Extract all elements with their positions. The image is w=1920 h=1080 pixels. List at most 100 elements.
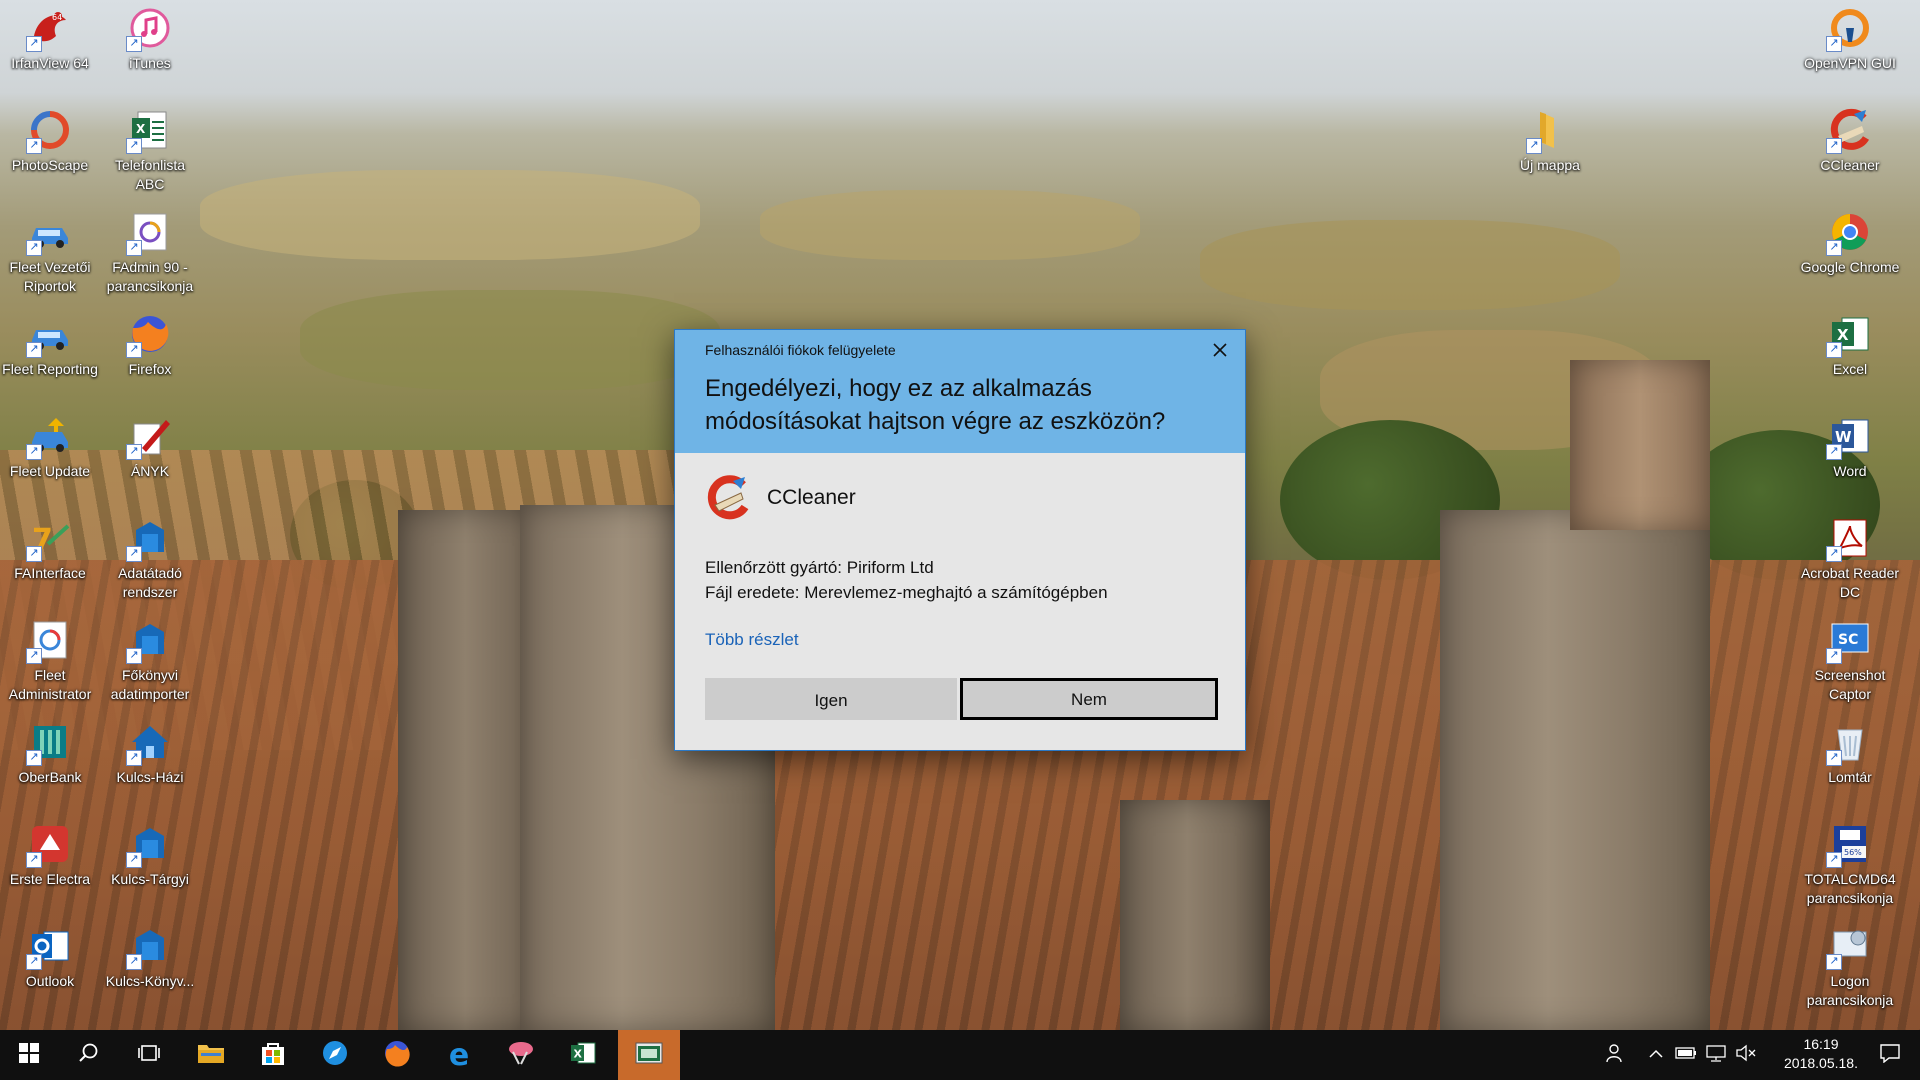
desktop-icon-lomtar[interactable]: ↗ Lomtár: [1800, 720, 1900, 787]
desktop-icon-label: Firefox: [128, 361, 172, 377]
desktop-icon-uj-mappa[interactable]: ↗ Új mappa: [1500, 108, 1600, 175]
taskbar-store[interactable]: [244, 1030, 302, 1080]
desktop-icon-telefonlista-abc[interactable]: X ↗ Telefonlista ABC: [100, 108, 200, 194]
desktop-icon-label: IrfanView 64: [11, 55, 89, 71]
action-center-button[interactable]: [1866, 1030, 1914, 1080]
kulcs-icon: ↗: [126, 618, 172, 664]
fleet-admin-icon: ↗: [26, 618, 72, 664]
taskbar-safari[interactable]: [306, 1030, 364, 1080]
logon-icon: ↗: [1826, 924, 1872, 970]
shortcut-arrow-icon: ↗: [26, 138, 42, 154]
desktop-icon-kulcs-konyv[interactable]: ↗ Kulcs-Könyv...: [100, 924, 200, 991]
desktop-icon-label: Új mappa: [1520, 157, 1580, 173]
desktop-icon-kulcs-hazi[interactable]: ↗ Kulcs-Házi: [100, 720, 200, 787]
uac-publisher: Ellenőrzött gyártó: Piriform Ltd: [705, 558, 934, 577]
tray-network[interactable]: [1704, 1030, 1728, 1080]
desktop-icon-fleet-administrator[interactable]: ↗ Fleet Administrator: [0, 618, 100, 704]
shortcut-arrow-icon: ↗: [126, 546, 142, 562]
kulcs-house-icon: ↗: [126, 720, 172, 766]
uac-window-icon: [635, 1042, 663, 1069]
desktop-icon-label: Adatátadó rendszer: [118, 565, 182, 600]
tray-people-button[interactable]: [1600, 1030, 1630, 1080]
tray-show-hidden[interactable]: [1644, 1030, 1668, 1080]
desktop-icon-screenshot-captor[interactable]: SC ↗ Screenshot Captor: [1800, 618, 1900, 704]
svg-text:SC: SC: [1838, 632, 1858, 648]
fadmin-icon: ↗: [126, 210, 172, 256]
people-icon: [1605, 1043, 1625, 1068]
taskbar-clock[interactable]: 16:19 2018.05.18.: [1776, 1035, 1866, 1073]
chrome-icon: ↗: [1826, 210, 1872, 256]
wallpaper-tower: [1120, 800, 1270, 1030]
desktop-icon-adatatado-rendszer[interactable]: ↗ Adatátadó rendszer: [100, 516, 200, 602]
taskbar-snipping-tool[interactable]: [492, 1030, 550, 1080]
desktop-icon-fainterface[interactable]: 7 ↗ FAInterface: [0, 516, 100, 583]
oberbank-icon: ↗: [26, 720, 72, 766]
edge-icon: e: [448, 1037, 470, 1073]
wallpaper-field: [300, 290, 720, 390]
fleet-update-icon: ↗: [26, 414, 72, 460]
desktop-icon-fleet-update[interactable]: ↗ Fleet Update: [0, 414, 100, 481]
desktop-icon-label: Fleet Reporting: [2, 361, 98, 377]
uac-app-name: CCleaner: [767, 486, 856, 509]
taskbar-firefox[interactable]: [368, 1030, 426, 1080]
desktop-icon-label: Word: [1833, 463, 1867, 479]
desktop-icon-anyk[interactable]: ↗ ÁNYK: [100, 414, 200, 481]
fleet-car-icon: ↗: [26, 312, 72, 358]
desktop-icon-firefox[interactable]: ↗ Firefox: [100, 312, 200, 379]
task-view-icon: [137, 1043, 161, 1068]
desktop-icon-totalcmd64-parancsikonja[interactable]: 56% ↗ TOTALCMD64 parancsikonja: [1800, 822, 1900, 908]
desktop-icon-excel[interactable]: X ↗ Excel: [1800, 312, 1900, 379]
wallpaper-field: [200, 170, 700, 260]
taskbar-edge[interactable]: e: [430, 1030, 488, 1080]
tray-volume[interactable]: [1734, 1030, 1758, 1080]
desktop-icon-erste-electra[interactable]: ↗ Erste Electra: [0, 822, 100, 889]
desktop-icon-oberbank[interactable]: ↗ OberBank: [0, 720, 100, 787]
task-view-button[interactable]: [120, 1030, 178, 1080]
no-button[interactable]: Nem: [960, 678, 1218, 720]
shortcut-arrow-icon: ↗: [126, 648, 142, 664]
desktop-icon-fadmin-90-parancsikonja[interactable]: ↗ FAdmin 90 - parancsikonja: [100, 210, 200, 296]
desktop-icon-itunes[interactable]: ↗ iTunes: [100, 6, 200, 73]
desktop-icon-ccleaner[interactable]: ↗ CCleaner: [1800, 108, 1900, 175]
uac-question: Engedélyezi, hogy ez az alkalmazás módos…: [705, 375, 1166, 435]
tray-battery[interactable]: [1674, 1030, 1698, 1080]
shortcut-arrow-icon: ↗: [1826, 36, 1842, 52]
store-icon: [260, 1040, 286, 1071]
desktop-icon-label: ÁNYK: [130, 463, 170, 479]
taskbar: e X 16:19 2018.05.18.: [0, 1030, 1920, 1080]
shortcut-arrow-icon: ↗: [126, 36, 142, 52]
shortcut-arrow-icon: ↗: [26, 444, 42, 460]
desktop-icon-fokonyvi-adatimporter[interactable]: ↗ Főkönyvi adatimporter: [100, 618, 200, 704]
taskbar-file-explorer[interactable]: [182, 1030, 240, 1080]
desktop-icon-fleet-vezetoi-riportok[interactable]: ↗ Fleet Vezetői Riportok: [0, 210, 100, 296]
desktop-icon-google-chrome[interactable]: ↗ Google Chrome: [1800, 210, 1900, 277]
desktop-icon-label: Outlook: [25, 973, 75, 989]
taskbar-excel[interactable]: X: [554, 1030, 612, 1080]
taskbar-search-button[interactable]: [60, 1030, 118, 1080]
desktop-icon-irfanview-64[interactable]: 64 ↗ IrfanView 64: [0, 6, 100, 73]
desktop-icon-photoscape[interactable]: ↗ PhotoScape: [0, 108, 100, 175]
shortcut-arrow-icon: ↗: [26, 342, 42, 358]
more-details-link[interactable]: Több részlet: [705, 630, 799, 650]
desktop-icon-logon-parancsikonja[interactable]: ↗ Logon parancsikonja: [1800, 924, 1900, 1010]
word-icon: W ↗: [1826, 414, 1872, 460]
desktop-icon-label: Kulcs-Tárgyi: [111, 871, 189, 887]
wallpaper-field: [1200, 220, 1620, 310]
taskbar-uac-window[interactable]: [618, 1030, 680, 1080]
desktop-icon-word[interactable]: W ↗ Word: [1800, 414, 1900, 481]
notification-icon: [1879, 1043, 1901, 1068]
shortcut-arrow-icon: ↗: [1826, 240, 1842, 256]
desktop-icon-fleet-reporting[interactable]: ↗ Fleet Reporting: [0, 312, 100, 379]
svg-text:X: X: [136, 122, 146, 136]
uac-title: Felhasználói fiókok felügyelete: [705, 342, 896, 358]
start-button[interactable]: [0, 1030, 58, 1080]
desktop-icon-openvpn-gui[interactable]: ↗ OpenVPN GUI: [1800, 6, 1900, 73]
desktop-icon-outlook[interactable]: ↗ Outlook: [0, 924, 100, 991]
desktop-icon-label: Telefonlista ABC: [114, 157, 186, 192]
excel-icon: X: [570, 1041, 596, 1070]
close-icon[interactable]: [1209, 340, 1231, 362]
desktop-icon-kulcs-targyi[interactable]: ↗ Kulcs-Tárgyi: [100, 822, 200, 889]
uac-dialog: Felhasználói fiókok felügyelete Engedély…: [674, 329, 1246, 751]
yes-button[interactable]: Igen: [705, 678, 957, 720]
desktop-icon-acrobat-reader-dc[interactable]: ↗ Acrobat Reader DC: [1800, 516, 1900, 602]
